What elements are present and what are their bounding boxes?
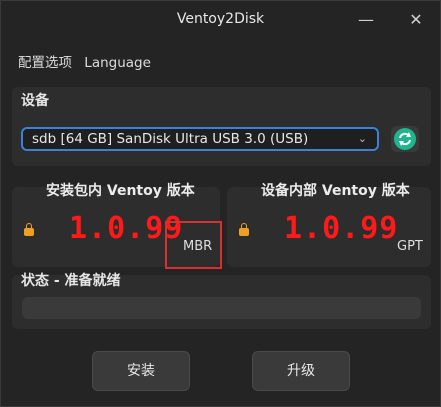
device-partition-style: GPT <box>397 239 423 254</box>
close-button[interactable]: ✕ <box>403 7 429 33</box>
menu-bar: 配置选项 Language <box>18 51 159 71</box>
lock-icon <box>239 223 249 236</box>
device-selected-value: sdb [64 GB] SanDisk Ultra USB 3.0 (USB) <box>32 131 309 147</box>
device-label: 设备 <box>21 93 49 109</box>
menu-options[interactable]: 配置选项 <box>18 55 72 71</box>
package-version-title: 安装包内 Ventoy 版本 <box>46 183 195 199</box>
refresh-icon <box>394 128 416 150</box>
lock-icon <box>24 223 34 236</box>
chevron-down-icon: ⌄ <box>357 132 367 145</box>
menu-language[interactable]: Language <box>84 55 151 71</box>
title-bar: Ventoy2Disk — ✕ <box>1 1 440 39</box>
device-version-title: 设备内部 Ventoy 版本 <box>261 183 410 199</box>
minimize-button[interactable]: — <box>353 7 379 33</box>
install-button[interactable]: 安装 <box>92 351 190 391</box>
device-select[interactable]: sdb [64 GB] SanDisk Ultra USB 3.0 (USB) … <box>21 127 379 151</box>
refresh-button[interactable] <box>391 126 419 152</box>
update-button[interactable]: 升级 <box>252 351 350 391</box>
status-label: 状态 - 准备就绪 <box>21 273 121 289</box>
app-window: Ventoy2Disk — ✕ 配置选项 Language 设备 sdb [64… <box>0 0 441 407</box>
device-version-number: 1.0.99 <box>284 211 399 246</box>
progress-bar <box>22 297 421 319</box>
highlight-box <box>165 221 222 269</box>
